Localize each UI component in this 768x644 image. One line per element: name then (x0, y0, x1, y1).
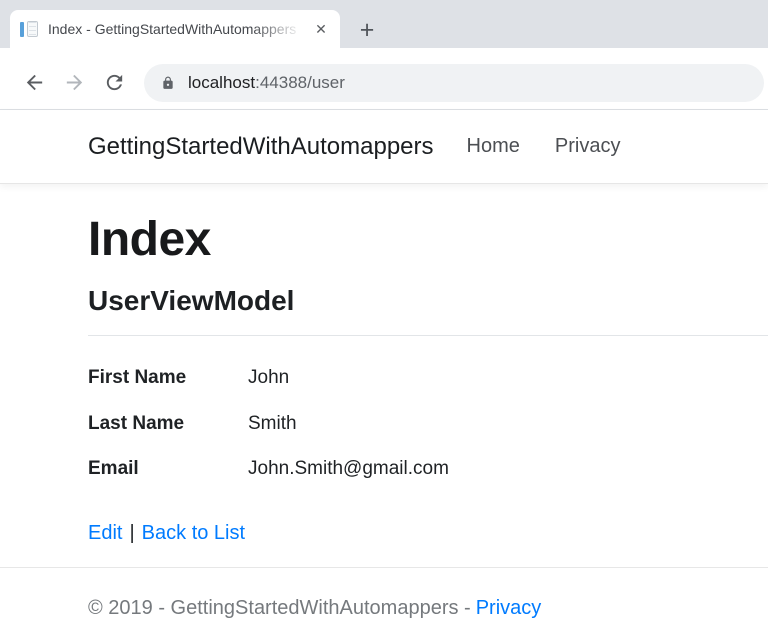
address-bar[interactable]: localhost:44388/user (144, 63, 764, 102)
field-value: Smith (248, 412, 297, 434)
footer-privacy-link[interactable]: Privacy (476, 597, 542, 619)
reload-button[interactable] (94, 63, 134, 103)
browser-tab[interactable]: Index - GettingStartedWithAutomappers ✕ (10, 10, 340, 48)
field-label: First Name (88, 366, 187, 388)
link-separator: | (129, 522, 135, 545)
tab-title: Index - GettingStartedWithAutomappers (48, 21, 297, 37)
field-row-email: Email John.Smith@gmail.com (88, 457, 768, 481)
url-host: localhost (188, 72, 256, 92)
nav-link-home[interactable]: Home (467, 135, 520, 158)
action-links: Edit | Back to List (88, 521, 768, 545)
favicon-document (27, 20, 38, 37)
navbar-brand-link[interactable]: GettingStartedWithAutomappers (88, 133, 434, 161)
browser-toolbar: localhost:44388/user (0, 48, 768, 110)
copyright-text: © 2019 - GettingStartedWithAutomappers - (88, 597, 471, 620)
back-to-list-link[interactable]: Back to List (142, 522, 245, 544)
field-row-first-name: First Name John (88, 366, 768, 390)
field-label: Last Name (88, 412, 185, 434)
site-navbar: GettingStartedWithAutomappers Home Priva… (0, 110, 768, 184)
page-title: Index (88, 213, 211, 266)
field-row-last-name: Last Name Smith (88, 412, 768, 436)
favicon-blue-bar (20, 21, 24, 37)
tab-strip: Index - GettingStartedWithAutomappers ✕ … (0, 0, 768, 48)
back-arrow-icon (26, 74, 42, 91)
field-label: Email (88, 458, 139, 480)
forward-button[interactable] (54, 63, 94, 103)
lock-icon[interactable] (161, 76, 175, 90)
field-value: John.Smith@gmail.com (248, 458, 449, 480)
browser-window: Index - GettingStartedWithAutomappers ✕ … (0, 0, 768, 644)
page-footer: © 2019 - GettingStartedWithAutomappers -… (0, 567, 768, 620)
field-value: John (248, 366, 290, 388)
page-favicon-icon (20, 20, 38, 38)
tab-close-icon[interactable]: ✕ (310, 18, 332, 40)
url-text: localhost:44388/user (188, 73, 345, 93)
url-path: :44388/user (255, 72, 345, 92)
forward-arrow-icon (66, 74, 82, 91)
nav-link-privacy[interactable]: Privacy (555, 135, 621, 158)
back-button[interactable] (14, 63, 54, 103)
model-subtitle: UserViewModel (88, 284, 295, 316)
edit-link[interactable]: Edit (88, 522, 122, 544)
reload-icon (106, 74, 122, 91)
detail-list: First Name John Last Name Smith Email Jo… (88, 366, 768, 481)
divider (88, 334, 768, 336)
main-content: Index UserViewModel First Name John Last… (0, 213, 768, 545)
new-tab-button[interactable]: + (352, 16, 382, 46)
